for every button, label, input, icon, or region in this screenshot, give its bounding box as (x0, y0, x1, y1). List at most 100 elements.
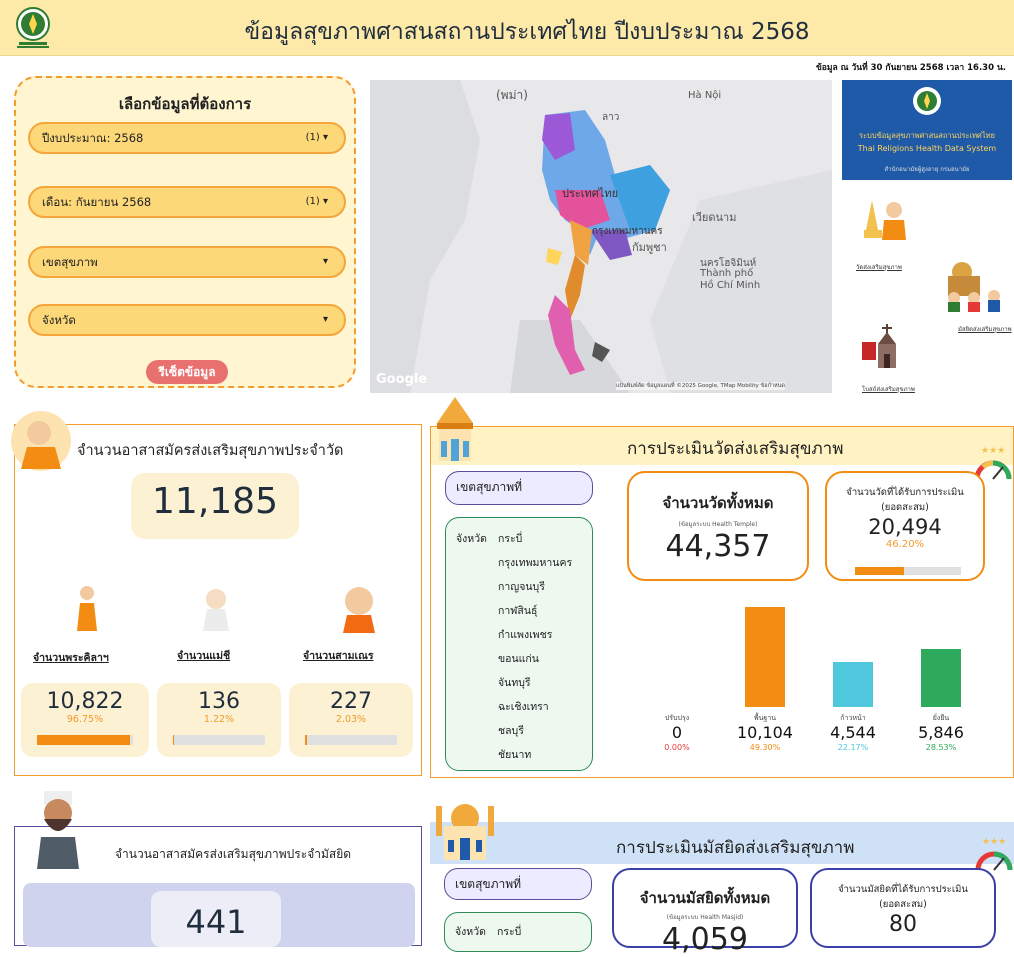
province-item[interactable]: กรุงเทพมหานคร (498, 554, 572, 571)
nun-progress-fill (173, 735, 175, 745)
temple-monk-icon[interactable] (858, 190, 914, 250)
temple-volunteers-panel: จำนวนอาสาสมัครส่งเสริมสุขภาพประจำวัด 11,… (11, 411, 422, 776)
assessed-mosques-sub: (ยอดสะสม) (879, 899, 927, 910)
thailand-map[interactable]: (พม่า) Hà Nội ลาว เวียดนาม กัมพูชา ประเท… (370, 80, 832, 393)
province-list[interactable]: จังหวัด กระบี่กรุงเทพมหานครกาญจนบุรีกาฬส… (445, 517, 593, 771)
total-volunteers-box: 11,185 (131, 473, 299, 539)
chart-pct-label: 28.53% (925, 743, 957, 752)
system-banner[interactable]: ระบบข้อมูลสุขภาพศาสนสถานประเทศไทย Thai R… (842, 80, 1012, 180)
nun-count-pct: 1.22% (203, 714, 235, 725)
assessed-progress-fill (855, 567, 904, 575)
province-item[interactable]: กำแพงเพชร (498, 626, 552, 643)
monk-count-pct: 96.75% (66, 714, 104, 725)
assessed-temples-sub: (ยอดสะสม) (881, 502, 929, 513)
mosque-zone-filter[interactable]: เขตสุขภาพที่ (444, 868, 592, 900)
mosque-province-label: จังหวัด (455, 926, 486, 938)
province-item[interactable]: กระบี่ (498, 530, 522, 547)
mosque-building-icon (430, 792, 500, 868)
imam-icon (33, 791, 83, 875)
province-list-label: จังหวัด (456, 533, 487, 545)
monk-icon (9, 409, 73, 477)
link-temple[interactable]: วัดส่งเสริมสุขภาพ (856, 262, 902, 272)
map-attribution[interactable]: แป้นพิมพ์ลัด ข้อมูลแผนที่ ©2025 Google, … (616, 382, 785, 390)
total-mosques-value: 4,059 (662, 922, 748, 957)
province-item[interactable]: กาฬสินธุ์ (498, 602, 537, 619)
chart-bar[interactable] (745, 607, 785, 707)
chart-value-label: 4,544 (830, 723, 876, 742)
map-label-vietnam: เวียดนาม (692, 211, 737, 224)
chart-bar[interactable] (921, 649, 961, 707)
novice-progress-bar (305, 735, 397, 745)
province-item[interactable]: จันทบุรี (498, 674, 531, 691)
assessed-temples-card: จำนวนวัดที่ได้รับการประเมิน (ยอดสะสม) 20… (825, 471, 985, 581)
province-item[interactable]: ขอนแก่น (498, 650, 539, 667)
month-label: เดือน: กันยายน 2568 (42, 195, 152, 209)
chart-pct-label: 22.17% (837, 743, 869, 752)
mosque-total-value: 441 (185, 903, 247, 941)
data-timestamp: ข้อมูล ณ วันที่ 30 กันยายน 2568 เวลา 16.… (815, 63, 1006, 73)
health-zone-filter[interactable]: เขตสุขภาพที่ (445, 471, 593, 505)
health-zone-dropdown[interactable]: เขตสุขภาพ ▾ (28, 246, 346, 278)
total-mosques-card: จำนวนมัสยิดทั้งหมด (ข้อมูลระบบ Health Ma… (612, 868, 798, 957)
province-item[interactable]: ชลบุรี (498, 722, 524, 739)
total-volunteers-value: 11,185 (152, 481, 278, 522)
health-zone-label: เขตสุขภาพ (42, 255, 98, 269)
monk-count-label[interactable]: จำนวนพระคิลาฯ (33, 649, 109, 666)
province-item[interactable]: ชัยนาท (498, 746, 531, 763)
fiscal-year-dropdown[interactable]: ปีงบประมาณ: 2568 (1) ▾ (28, 122, 346, 154)
chart-value-label: 0 (671, 723, 683, 742)
assessed-temples-title: จำนวนวัดที่ได้รับการประเมิน (846, 487, 964, 498)
chevron-down-icon: ▾ (322, 132, 328, 143)
province-dropdown[interactable]: จังหวัด ▾ (28, 304, 346, 336)
fiscal-year-label: ปีงบประมาณ: 2568 (42, 131, 144, 145)
page-title: ข้อมูลสุขภาพศาสนสถานประเทศไทย ปีงบประมาณ… (244, 19, 810, 45)
monk-count-value: 10,822 (46, 689, 124, 714)
temple-assessment-title: การประเมินวัดส่งเสริมสุขภาพ (627, 439, 844, 459)
novice-progress-fill (305, 735, 307, 745)
monk-progress-bar (37, 735, 133, 745)
chart-pct-label: 0.00% (664, 743, 690, 752)
nun-progress-bar (173, 735, 265, 745)
link-mosque[interactable]: มัสยิดส่งเสริมสุขภาพ (958, 324, 1012, 334)
temple-volunteers-title: จำนวนอาสาสมัครส่งเสริมสุขภาพประจำวัด (77, 443, 344, 459)
total-temples-source: (ข้อมูลระบบ Health Temple) (678, 521, 758, 528)
monk-progress-fill (37, 735, 130, 745)
assessed-temples-value: 20,494 (868, 515, 942, 539)
assessed-temples-pct: 46.20% (885, 539, 925, 550)
novice-figure-icon (339, 585, 379, 639)
chevron-down-icon: ▾ (322, 256, 328, 267)
ministry-emblem-icon (912, 86, 942, 120)
chart-pct-label: 49.30% (749, 743, 781, 752)
province-item[interactable]: ฉะเชิงเทรา (498, 698, 549, 715)
temple-assessment-panel: การประเมินวัดส่งเสริมสุขภาพ ★★★ เขตสุขภา… (430, 397, 1014, 778)
total-temples-card: จำนวนวัดทั้งหมด (ข้อมูลระบบ Health Templ… (627, 471, 809, 581)
nun-count-label[interactable]: จำนวนแม่ชี (177, 647, 230, 664)
map-label-myanmar: (พม่า) (496, 88, 528, 102)
page-header: ข้อมูลสุขภาพศาสนสถานประเทศไทย ปีงบประมาณ… (0, 0, 1014, 56)
month-count: (1) (305, 196, 320, 207)
assessed-mosques-card: จำนวนมัสยิดที่ได้รับการประเมิน (ยอดสะสม)… (810, 868, 996, 948)
month-dropdown[interactable]: เดือน: กันยายน 2568 (1) ▾ (28, 186, 346, 218)
novice-count-label[interactable]: จำนวนสามเณร (303, 647, 374, 664)
svg-text:★★★: ★★★ (982, 837, 1006, 847)
church-icon[interactable] (860, 320, 910, 376)
mosque-people-icon[interactable] (940, 258, 1006, 318)
nun-stat-card: 136 1.22% (157, 683, 281, 757)
link-church[interactable]: โบสถ์ส่งเสริมสุขภาพ (862, 384, 915, 394)
novice-count-value: 227 (330, 689, 372, 714)
novice-count-pct: 2.03% (335, 714, 367, 725)
mosque-assessment-panel: การประเมินมัสยิดส่งเสริมสุขภาพ ★★★ เขตสุ… (430, 804, 1014, 957)
assessed-progress-bar (855, 567, 961, 575)
reset-button[interactable]: รีเซ็ตข้อมูล (146, 360, 228, 384)
banner-line2: Thai Religions Health Data System (857, 144, 997, 153)
assessment-level-chart: ปรับปรุง 0 0.00% พื้นฐาน 10,104 49.30% ก้าวหน้… (627, 587, 997, 775)
chevron-down-icon: ▾ (322, 196, 328, 207)
monk-figure-icon (75, 585, 99, 637)
mosque-province-first: กระบี่ (497, 926, 522, 938)
province-item[interactable]: กาญจนบุรี (498, 578, 545, 595)
novice-stat-card: 227 2.03% (289, 683, 413, 757)
chart-bar[interactable] (833, 662, 873, 707)
banner-line1: ระบบข้อมูลสุขภาพศาสนสถานประเทศไทย (859, 131, 995, 140)
mosque-total-box: 441 (151, 891, 281, 947)
mosque-province-list[interactable]: จังหวัด กระบี่ (444, 912, 592, 952)
